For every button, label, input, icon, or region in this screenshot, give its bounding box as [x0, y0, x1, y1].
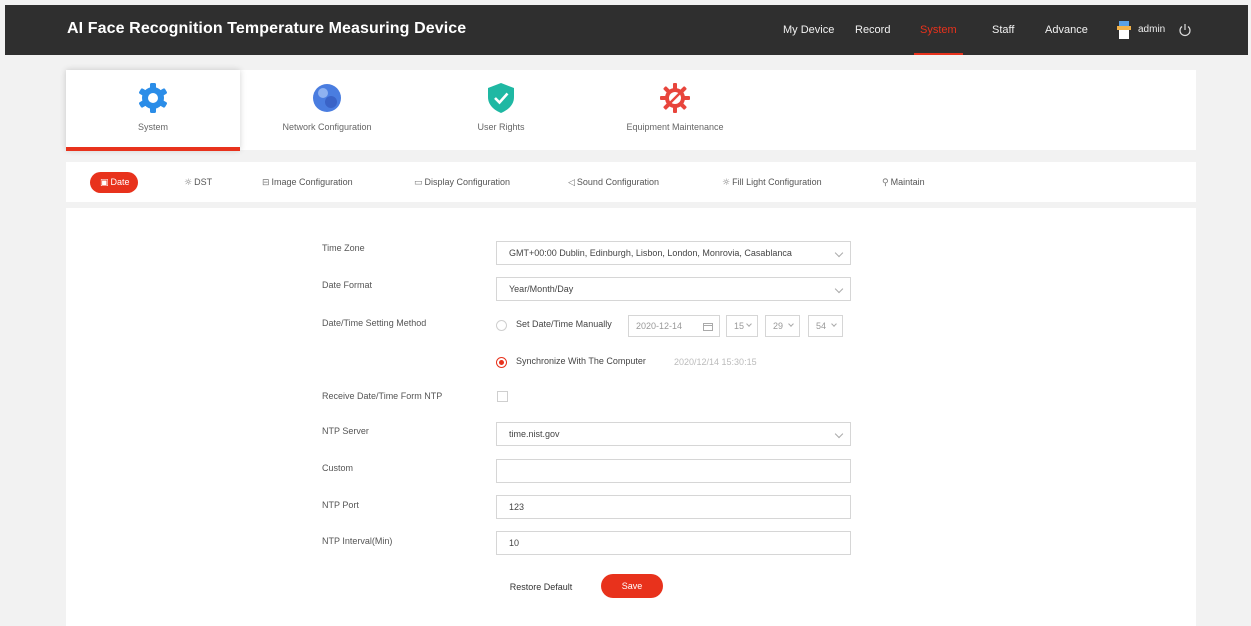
custom-input[interactable]	[496, 459, 851, 483]
manual-hour-select[interactable]: 15	[726, 315, 758, 337]
calendar-icon	[703, 323, 713, 331]
category-user-rights[interactable]: User Rights	[414, 70, 588, 150]
sync-option-label: Synchronize With The Computer	[516, 356, 646, 366]
category-label: Equipment Maintenance	[626, 122, 724, 132]
sync-radio[interactable]	[496, 357, 507, 368]
nav-advance[interactable]: Advance	[1045, 5, 1088, 55]
manual-second-value: 54	[816, 321, 827, 331]
nav-staff[interactable]: Staff	[992, 5, 1014, 55]
manual-date-input[interactable]: 2020-12-14	[628, 315, 720, 337]
subtab-label: Fill Light Configuration	[732, 177, 822, 187]
ntp-interval-label: NTP Interval(Min)	[322, 536, 393, 546]
ntp-receive-label: Receive Date/Time Form NTP	[322, 391, 443, 401]
custom-label: Custom	[322, 463, 354, 473]
subtab-maintain[interactable]: ⚲ Maintain	[882, 162, 925, 202]
speaker-icon: ◁	[568, 178, 575, 188]
ntp-server-select[interactable]: time.nist.gov	[496, 422, 851, 446]
subtab-label: Sound Configuration	[576, 177, 659, 187]
category-label: System	[137, 122, 168, 132]
date-settings-form: Time Zone GMT+00:00 Dublin, Edinburgh, L…	[66, 208, 1196, 626]
category-label: User Rights	[477, 122, 525, 132]
shield-check-icon	[488, 83, 514, 113]
bulb-icon: ☼	[722, 178, 731, 188]
chevron-down-icon	[834, 429, 844, 439]
top-header: AI Face Recognition Temperature Measurin…	[5, 5, 1248, 55]
manual-hour-value: 15	[734, 321, 745, 331]
ntp-port-label: NTP Port	[322, 500, 359, 510]
date-format-value: Year/Month/Day	[509, 284, 574, 294]
manual-date-value: 2020-12-14	[636, 321, 683, 331]
manual-minute-value: 29	[773, 321, 784, 331]
chevron-down-icon	[746, 321, 752, 327]
time-zone-value: GMT+00:00 Dublin, Edinburgh, Lisbon, Lon…	[509, 248, 792, 258]
ntp-interval-input[interactable]: 10	[496, 531, 851, 555]
time-zone-label: Time Zone	[322, 243, 365, 253]
monitor-icon: ▭	[414, 178, 423, 188]
subtab-label: Image Configuration	[271, 177, 353, 187]
category-panel: System Network Configuration User Rights	[66, 70, 1196, 151]
ntp-port-input[interactable]: 123	[496, 495, 851, 519]
subtab-label: DST	[194, 177, 213, 187]
category-label: Network Configuration	[282, 122, 372, 132]
nav-system[interactable]: System	[914, 5, 963, 55]
globe-icon	[313, 84, 341, 112]
date-format-select[interactable]: Year/Month/Day	[496, 277, 851, 301]
ntp-receive-checkbox[interactable]	[497, 391, 508, 402]
ntp-server-label: NTP Server	[322, 426, 369, 436]
chevron-down-icon	[831, 321, 837, 327]
manual-minute-select[interactable]: 29	[765, 315, 800, 337]
sync-time-value: 2020/12/14 15:30:15	[674, 357, 757, 367]
manual-option-label: Set Date/Time Manually	[516, 319, 612, 329]
user-avatar-icon[interactable]	[1117, 21, 1131, 39]
gear-icon	[139, 83, 167, 113]
chevron-down-icon	[834, 248, 844, 258]
ntp-server-value: time.nist.gov	[509, 429, 560, 439]
calendar-icon: ▣	[100, 178, 109, 188]
wrench-icon: ⚲	[882, 178, 889, 188]
subtab-display-configuration[interactable]: ▭ Display Configuration	[414, 162, 510, 202]
chevron-down-icon	[834, 284, 844, 294]
nav-my-device[interactable]: My Device	[783, 5, 834, 55]
subtab-label: Maintain	[890, 177, 925, 187]
category-system[interactable]: System	[66, 70, 240, 151]
manual-second-select[interactable]: 54	[808, 315, 843, 337]
restore-default-button[interactable]: Restore Default	[496, 574, 586, 598]
maintenance-gear-icon	[660, 83, 690, 113]
subtab-label: Display Configuration	[424, 177, 511, 187]
subtab-dst[interactable]: ☼ DST	[184, 162, 212, 202]
subtab-image-configuration[interactable]: ⊟ Image Configuration	[262, 162, 353, 202]
date-format-label: Date Format	[322, 280, 373, 290]
time-zone-select[interactable]: GMT+00:00 Dublin, Edinburgh, Lisbon, Lon…	[496, 241, 851, 265]
image-icon: ⊟	[262, 178, 270, 188]
user-name[interactable]: admin	[1138, 5, 1165, 55]
power-icon[interactable]	[1178, 23, 1192, 37]
category-network-configuration[interactable]: Network Configuration	[240, 70, 414, 150]
chevron-down-icon	[788, 321, 794, 327]
manual-radio[interactable]	[496, 320, 507, 331]
subtab-date[interactable]: ▣ Date	[90, 172, 138, 193]
subtab-bar: ▣ Date ☼ DST ⊟ Image Configuration ▭ Display…	[66, 162, 1196, 202]
sun-icon: ☼	[184, 178, 193, 188]
date-time-method-label: Date/Time Setting Method	[322, 318, 427, 328]
nav-record[interactable]: Record	[855, 5, 890, 55]
subtab-fill-light-configuration[interactable]: ☼ Fill Light Configuration	[722, 162, 822, 202]
app-title: AI Face Recognition Temperature Measurin…	[67, 20, 467, 37]
category-equipment-maintenance[interactable]: Equipment Maintenance	[588, 70, 762, 150]
save-button[interactable]: Save	[601, 574, 663, 598]
subtab-label: Date	[110, 177, 130, 187]
subtab-sound-configuration[interactable]: ◁ Sound Configuration	[568, 162, 659, 202]
